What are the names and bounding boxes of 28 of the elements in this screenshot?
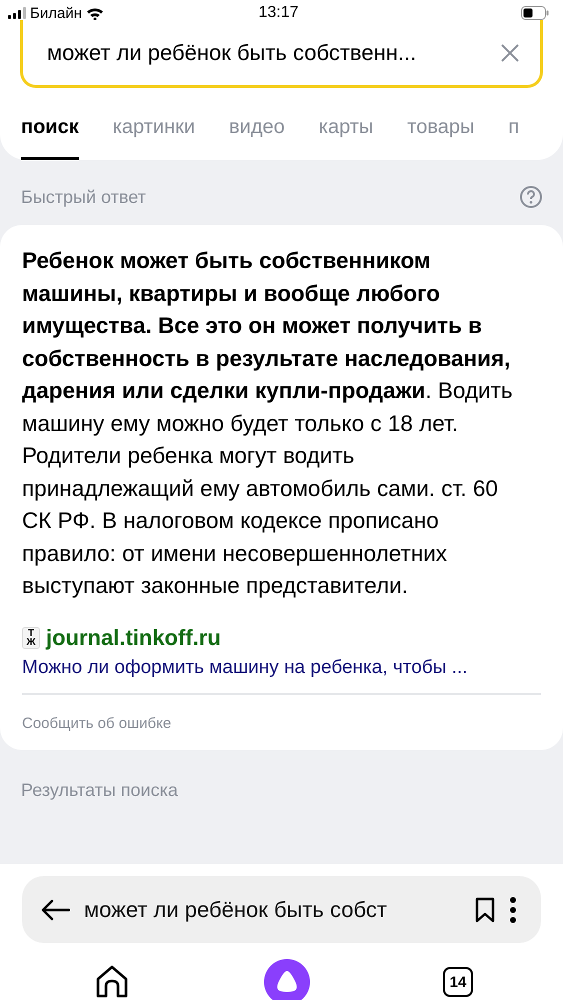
bookmark-icon <box>475 896 495 922</box>
address-text: может ли ребёнок быть собст <box>84 896 388 922</box>
wifi-icon <box>86 6 104 20</box>
favicon-icon: ТЖ <box>22 626 40 648</box>
clock-time: 13:17 <box>258 4 299 22</box>
help-icon <box>519 185 543 209</box>
section-heading: Быстрый ответ <box>21 186 146 208</box>
close-button[interactable] <box>500 42 520 62</box>
back-arrow-icon <box>40 898 70 920</box>
more-button[interactable] <box>509 896 517 924</box>
signal-icon <box>8 7 26 19</box>
close-icon <box>500 42 520 62</box>
search-field[interactable]: может ли ребёнок быть собственн... <box>20 20 543 88</box>
assistant-button[interactable] <box>264 959 310 1000</box>
address-bar[interactable]: может ли ребёнок быть собст <box>22 876 541 943</box>
back-button[interactable] <box>40 898 70 920</box>
battery-icon <box>521 6 550 20</box>
section-heading: Результаты поиска <box>21 780 178 800</box>
answer-text: Ребенок может быть собственником машины, квартиры и вообще любого имущества. Все это он может получить в собственность в результате наследования, дарения или сделки купли-продажи. Водить машину ему можно будет только с 18 лет. Родители ребенка могут водить принадлежащий ему автомобиль сами. ст. 60 СК РФ. В налоговом кодексе прописано правило: от имени несовершеннолетних выступают законные представители. <box>22 247 514 600</box>
home-button[interactable] <box>94 964 130 1000</box>
more-icon <box>509 896 517 924</box>
source-link[interactable]: journal.tinkoff.ru <box>46 624 221 650</box>
home-icon <box>94 964 130 1000</box>
tabs-button[interactable]: 14 <box>443 967 473 997</box>
tab[interactable]: поиск <box>21 116 79 160</box>
article-link[interactable]: Можно ли оформить машину на ребенка, чтобы ... <box>22 656 541 678</box>
carrier-name: Билайн <box>30 4 82 22</box>
bookmark-button[interactable] <box>475 896 495 922</box>
